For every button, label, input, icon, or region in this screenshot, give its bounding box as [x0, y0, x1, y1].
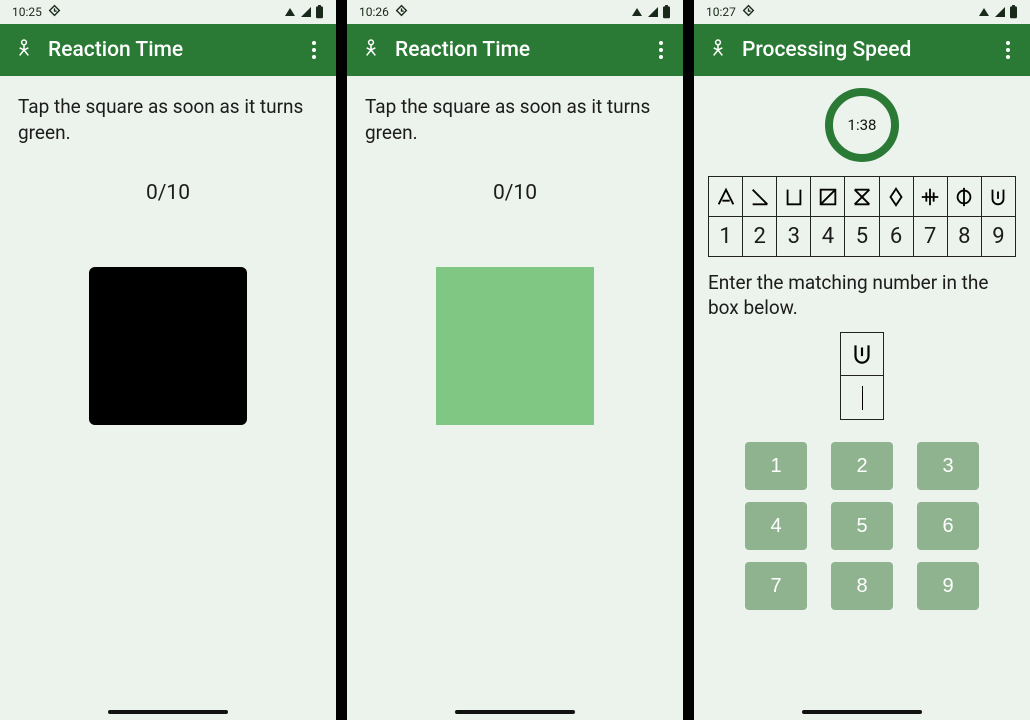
signal-icon	[299, 6, 313, 18]
phone-screen-1: 10:25 Reaction Time Tap the square as so…	[0, 0, 336, 720]
overflow-menu-icon[interactable]	[996, 38, 1020, 62]
numpad-key-6[interactable]: 6	[917, 502, 979, 550]
app-bar: Reaction Time	[0, 24, 336, 76]
clock: 10:27	[706, 5, 736, 19]
key-number-8: 8	[947, 217, 981, 257]
reaction-square[interactable]	[436, 267, 594, 425]
key-symbol-5	[845, 177, 879, 217]
key-number-5: 5	[845, 217, 879, 257]
key-number-6: 6	[879, 217, 913, 257]
numpad-key-2[interactable]: 2	[831, 442, 893, 490]
instruction-text: Tap the square as soon as it turns green…	[365, 94, 665, 145]
app-bar: Processing Speed	[694, 24, 1030, 76]
status-icons	[977, 5, 1018, 19]
answer-box	[840, 332, 884, 420]
alarm-icon	[742, 4, 755, 20]
key-symbol-9	[981, 177, 1015, 217]
signal-icon	[993, 6, 1007, 18]
signal-icon	[646, 6, 660, 18]
symbol-row	[709, 177, 1016, 217]
phone-screen-2: 10:26 Reaction Time Tap the square as so…	[347, 0, 683, 720]
reaction-square[interactable]	[89, 267, 247, 425]
alarm-icon	[395, 4, 408, 20]
numpad-key-1[interactable]: 1	[745, 442, 807, 490]
home-indicator[interactable]	[455, 710, 575, 714]
key-number-9: 9	[981, 217, 1015, 257]
key-symbol-4	[811, 177, 845, 217]
instruction-text: Tap the square as soon as it turns green…	[18, 94, 318, 145]
numpad-key-7[interactable]: 7	[745, 562, 807, 610]
app-logo-icon	[704, 36, 732, 64]
number-pad: 1 2 3 4 5 6 7 8 9	[708, 442, 1016, 610]
wifi-icon	[283, 6, 297, 18]
key-symbol-3	[777, 177, 811, 217]
key-symbol-8	[947, 177, 981, 217]
key-number-1: 1	[709, 217, 743, 257]
phone-screen-3: 10:27 Processing Speed 1:	[694, 0, 1030, 720]
key-symbol-7	[913, 177, 947, 217]
app-bar: Reaction Time	[347, 24, 683, 76]
status-bar: 10:27	[694, 0, 1030, 24]
key-symbol-2	[743, 177, 777, 217]
app-logo-icon	[357, 36, 385, 64]
key-number-4: 4	[811, 217, 845, 257]
progress-counter: 0/10	[365, 181, 665, 205]
key-number-7: 7	[913, 217, 947, 257]
prompt-text: Enter the matching number in the box bel…	[708, 271, 1016, 320]
text-cursor	[862, 386, 863, 410]
battery-icon	[1009, 5, 1018, 19]
timer-value: 1:38	[848, 116, 877, 134]
clock: 10:26	[359, 5, 389, 19]
home-indicator[interactable]	[108, 710, 228, 714]
key-symbol-1	[709, 177, 743, 217]
status-bar: 10:26	[347, 0, 683, 24]
wifi-icon	[630, 6, 644, 18]
overflow-menu-icon[interactable]	[649, 38, 673, 62]
numpad-key-9[interactable]: 9	[917, 562, 979, 610]
numpad-key-3[interactable]: 3	[917, 442, 979, 490]
target-symbol-cell	[840, 332, 884, 376]
wifi-icon	[977, 6, 991, 18]
app-title: Reaction Time	[48, 38, 302, 62]
answer-input-cell[interactable]	[840, 376, 884, 420]
app-logo-icon	[10, 36, 38, 64]
numpad-key-5[interactable]: 5	[831, 502, 893, 550]
numpad-key-8[interactable]: 8	[831, 562, 893, 610]
overflow-menu-icon[interactable]	[302, 38, 326, 62]
progress-counter: 0/10	[18, 181, 318, 205]
app-title: Reaction Time	[395, 38, 649, 62]
numpad-key-4[interactable]: 4	[745, 502, 807, 550]
key-symbol-6	[879, 177, 913, 217]
number-row: 1 2 3 4 5 6 7 8 9	[709, 217, 1016, 257]
clock: 10:25	[12, 5, 42, 19]
key-number-2: 2	[743, 217, 777, 257]
home-indicator[interactable]	[802, 710, 922, 714]
status-bar: 10:25	[0, 0, 336, 24]
alarm-icon	[48, 4, 61, 20]
timer-ring: 1:38	[825, 88, 899, 162]
app-title: Processing Speed	[742, 38, 996, 62]
status-icons	[283, 5, 324, 19]
battery-icon	[315, 5, 324, 19]
key-number-3: 3	[777, 217, 811, 257]
status-icons	[630, 5, 671, 19]
symbol-key-table: 1 2 3 4 5 6 7 8 9	[708, 176, 1016, 257]
battery-icon	[662, 5, 671, 19]
